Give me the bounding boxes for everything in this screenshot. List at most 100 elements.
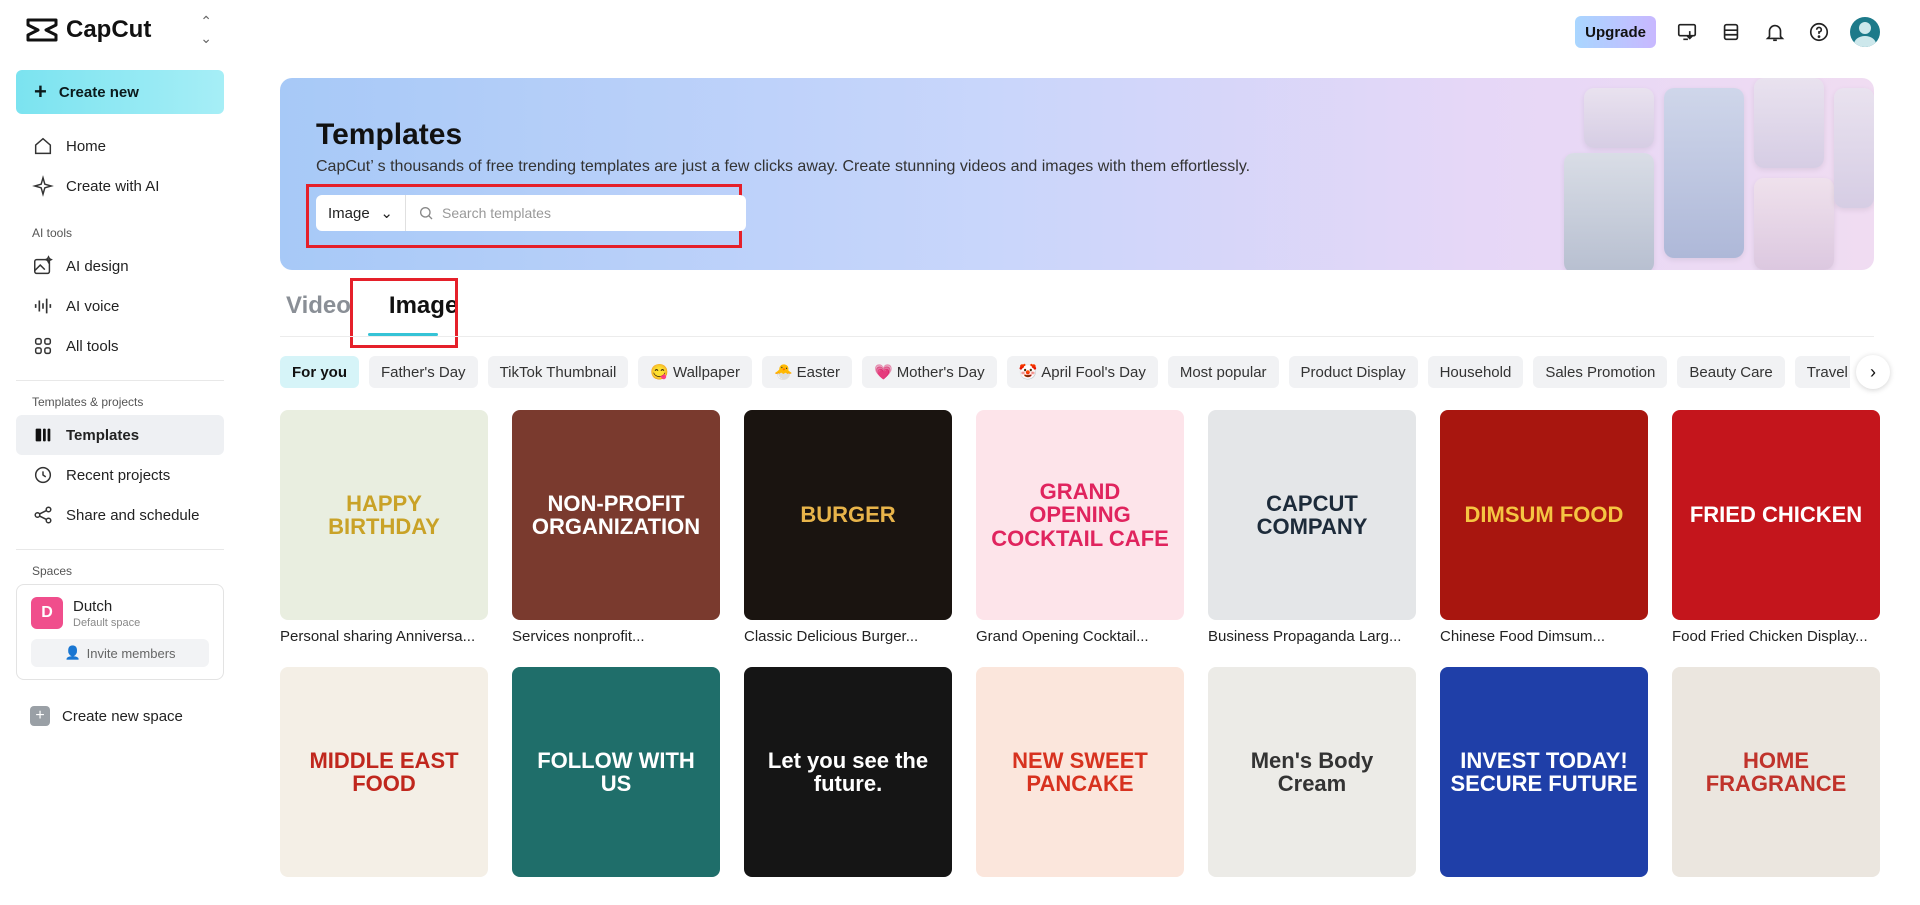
search-field[interactable] [406,205,746,221]
template-thumbnail[interactable]: MIDDLE EAST FOOD [280,667,488,877]
category-chip[interactable]: 💗 Mother's Day [862,356,997,388]
template-thumbnail[interactable]: NEW SWEET PANCAKE [976,667,1184,877]
template-thumbnail[interactable]: Men's Body Cream [1208,667,1416,877]
tab-highlight-box [350,278,458,348]
chip-emoji-icon: 🤡 [1018,364,1038,381]
bell-icon[interactable] [1762,19,1788,45]
template-card[interactable]: GRAND OPENING COCKTAIL CAFE Grand Opening… [976,410,1184,645]
nav-item-all-tools[interactable]: All tools [16,326,224,366]
chevron-right-icon[interactable]: › [1856,355,1890,389]
category-chip[interactable]: Sales Promotion [1533,356,1668,388]
category-chip[interactable]: 🤡 April Fool's Day [1006,356,1158,388]
template-thumbnail[interactable]: FOLLOW WITH US [512,667,720,877]
category-chip[interactable]: Household [1427,356,1524,388]
template-type-select[interactable]: Image ⌄ [316,195,406,231]
nav-item-share-schedule[interactable]: Share and schedule [16,495,224,535]
template-card[interactable]: HOME FRAGRANCE [1672,667,1880,877]
new-space-label: Create new space [62,707,183,725]
category-chip[interactable]: TikTok Thumbnail [487,356,629,388]
capcut-logo[interactable]: CapCut [26,16,151,44]
template-thumbnail[interactable]: INVEST TODAY! SECURE FUTURE [1440,667,1648,877]
template-caption: Services nonprofit... [512,628,645,645]
category-chip[interactable]: Travel [1794,356,1850,388]
templates-icon [35,428,51,442]
template-card[interactable]: BURGER Classic Delicious Burger... [744,410,952,645]
storage-icon[interactable] [1718,19,1744,45]
chip-label: Mother's Day [896,363,985,381]
template-card[interactable]: MIDDLE EAST FOOD [280,667,488,877]
template-caption: Business Propaganda Larg... [1208,628,1402,645]
thumbnail-headline: CAPCUT COMPANY [1256,490,1368,539]
template-card[interactable]: HAPPY BIRTHDAY Personal sharing Anniversa… [280,410,488,645]
template-card[interactable]: Let you see the future. [744,667,952,877]
chip-label: For you [292,363,347,381]
category-chip[interactable]: Product Display [1288,356,1418,388]
template-thumbnail[interactable]: FRIED CHICKEN [1672,410,1880,620]
invite-members-button[interactable]: 👤 Invite members [31,639,209,667]
template-thumbnail[interactable]: HAPPY BIRTHDAY [280,410,488,620]
thumbnail-headline: INVEST TODAY! SECURE FUTURE [1450,747,1638,796]
template-card[interactable]: FRIED CHICKEN Food Fried Chicken Display.… [1672,410,1880,645]
chip-label: Product Display [1300,363,1406,381]
template-card[interactable]: CAPCUT COMPANY Business Propaganda Larg..… [1208,410,1416,645]
invite-label: Invite members [86,645,176,661]
category-chip[interactable]: Father's Day [369,356,478,388]
template-card[interactable]: DIMSUM FOOD Chinese Food Dimsum... [1440,410,1648,645]
space-subtitle: Default space [73,616,141,629]
category-chip[interactable]: 🐣 Easter [761,356,852,388]
chip-label: Household [1439,363,1512,381]
category-chip[interactable]: Beauty Care [1677,356,1785,388]
template-card[interactable]: NON-PROFIT ORGANIZATION Services nonprofi… [512,410,720,645]
nav-item-templates[interactable]: Templates [16,415,224,455]
help-icon[interactable] [1806,19,1832,45]
banner-subtitle: CapCut’ s thousands of free trending tem… [316,158,1251,175]
template-row: HAPPY BIRTHDAY Personal sharing Anniversa… [280,410,1880,645]
template-card[interactable]: Men's Body Cream [1208,667,1416,877]
thumbnail-headline: FRIED CHICKEN [1689,502,1863,528]
category-chip[interactable]: Most popular [1167,356,1279,388]
category-chip[interactable]: 😋 Wallpaper [638,356,752,388]
profile-avatar[interactable] [1850,17,1880,47]
tab-video[interactable]: Video [280,278,357,334]
banner-art-card [1664,88,1744,258]
search-icon [420,207,433,220]
banner-art-card [1584,88,1654,148]
banner-illustration [1544,78,1874,270]
template-thumbnail[interactable]: HOME FRAGRANCE [1672,667,1880,877]
create-new-button[interactable]: + Create new [16,70,224,114]
template-thumbnail[interactable]: CAPCUT COMPANY [1208,410,1416,620]
chip-emoji-icon: 🐣 [773,364,793,381]
topbar: Upgrade [1575,16,1880,48]
banner-art-card [1834,88,1874,208]
space-avatar: D [31,597,63,629]
nav-item-ai-design[interactable]: AI design [16,246,224,286]
nav-item-recent-projects[interactable]: Recent projects [16,455,224,495]
expand-switch-icon[interactable]: ⌃ ⌄ [200,13,212,47]
plus-icon: + [34,79,47,104]
nav-item-ai-voice[interactable]: AI voice [16,286,224,326]
desktop-download-icon[interactable] [1674,19,1700,45]
thumbnail-headline: GRAND OPENING COCKTAIL CAFE [991,479,1169,551]
nav-item-home[interactable]: Home [16,126,224,166]
template-card[interactable]: FOLLOW WITH US [512,667,720,877]
sidebar: CapCut ⌃ ⌄ + Create new Home Create with … [0,0,240,905]
template-thumbnail[interactable]: Let you see the future. [744,667,952,877]
template-thumbnail[interactable]: BURGER [744,410,952,620]
grid-icon [34,337,52,355]
template-card[interactable]: INVEST TODAY! SECURE FUTURE [1440,667,1648,877]
template-card[interactable]: NEW SWEET PANCAKE [976,667,1184,877]
nav-item-create-with-ai[interactable]: Create with AI [16,166,224,206]
nav-label: Create with AI [66,177,160,195]
template-thumbnail[interactable]: GRAND OPENING COCKTAIL CAFE [976,410,1184,620]
template-thumbnail[interactable]: NON-PROFIT ORGANIZATION [512,410,720,620]
banner-art-card [1754,178,1834,270]
space-card[interactable]: D Dutch Default space 👤 Invite members [16,584,224,680]
template-caption: Chinese Food Dimsum... [1440,628,1606,645]
upgrade-button[interactable]: Upgrade [1575,16,1656,48]
template-thumbnail[interactable]: DIMSUM FOOD [1440,410,1648,620]
create-new-space-button[interactable]: + Create new space [16,698,224,734]
category-chip[interactable]: For you [280,356,359,388]
search-input[interactable] [442,205,722,221]
template-caption: Classic Delicious Burger... [744,628,919,645]
chip-label: Most popular [1179,363,1267,381]
